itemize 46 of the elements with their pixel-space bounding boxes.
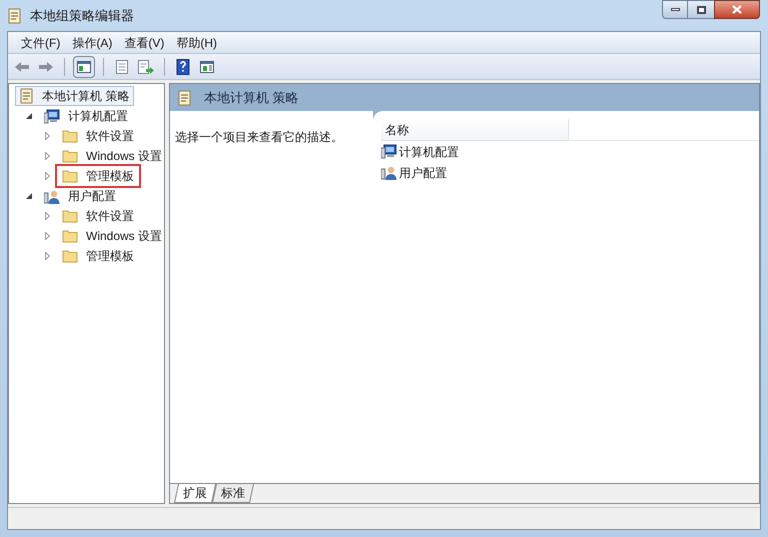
document-icon (178, 90, 192, 106)
close-icon (732, 5, 742, 14)
folder-icon (62, 209, 78, 223)
description-text: 选择一个项目来查看它的描述。 (175, 130, 343, 144)
list-item[interactable]: 计算机配置 (381, 141, 463, 162)
view-tab[interactable]: 标准 (212, 484, 254, 503)
document-icon (8, 8, 22, 24)
document-icon (20, 88, 34, 104)
window-pane-icon (77, 60, 91, 72)
tree-item[interactable]: 计算机配置 (39, 106, 133, 126)
folder-icon (62, 149, 78, 163)
menu-item[interactable]: 帮助(H) (171, 34, 222, 52)
help-book-icon (176, 58, 190, 74)
export-list-icon (138, 60, 154, 74)
folder-icon (62, 249, 78, 263)
menu-item[interactable]: 查看(V) (119, 34, 170, 52)
folder-icon (62, 229, 78, 243)
close-button[interactable] (714, 0, 760, 19)
computer-icon (44, 108, 60, 124)
menu-item[interactable]: 文件(F) (16, 34, 66, 52)
view-tab[interactable]: 扩展 (174, 484, 216, 503)
user-icon (381, 165, 397, 180)
folder-icon (62, 129, 78, 143)
minimize-button[interactable] (662, 0, 688, 19)
document-icon (115, 60, 129, 74)
tree-item[interactable]: 软件设置 (57, 206, 139, 226)
tree-item[interactable]: Windows 设置 (57, 146, 168, 166)
details-title: 本地计算机 策略 (204, 88, 299, 107)
menu-item[interactable]: 操作(A) (67, 34, 118, 52)
tree-item[interactable]: 软件设置 (57, 126, 139, 146)
computer-icon (381, 144, 397, 159)
window-pane-icon (200, 60, 214, 72)
column-header[interactable]: 名称 (381, 119, 569, 141)
show-tree-button[interactable] (73, 56, 95, 78)
list-item[interactable]: 用户配置 (381, 162, 451, 183)
maximize-button[interactable] (688, 0, 714, 19)
user-icon (44, 188, 60, 204)
folder-icon (62, 169, 78, 183)
tree-item[interactable]: 本地计算机 策略 (15, 86, 134, 106)
tree-item[interactable]: 用户配置 (39, 186, 121, 206)
forward-arrow-icon (38, 60, 54, 72)
window-title: 本地组策略编辑器 (30, 6, 134, 25)
tree-item[interactable]: 管理模板 (57, 246, 139, 266)
back-arrow-icon (14, 60, 30, 72)
tree-item[interactable]: Windows 设置 (57, 226, 168, 246)
tree-item[interactable]: 管理模板 (57, 166, 139, 186)
